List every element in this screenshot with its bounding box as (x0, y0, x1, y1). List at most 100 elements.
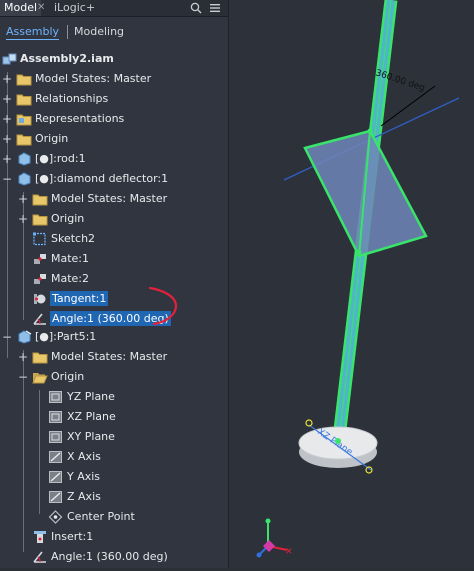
tree-item-label: Relationships (35, 92, 109, 105)
tree-item-label: Angle:1 (360.00 deg) (51, 550, 168, 563)
tree-item-label: XY Plane (67, 430, 115, 443)
folder-icon (16, 132, 32, 146)
expand-icon[interactable]: + (2, 150, 12, 168)
insert-icon (32, 530, 48, 544)
tree-item-model-states[interactable]: + Model States: Master (0, 70, 228, 88)
view-triad[interactable]: ✕ (256, 518, 293, 558)
model-canvas[interactable]: 360.00 deg XZ Plane ✕ (229, 0, 474, 568)
tree-item-center-point[interactable]: Center Point (0, 508, 228, 526)
expand-icon[interactable]: + (18, 348, 28, 366)
tree-item-mate-1[interactable]: Mate:1 (0, 250, 228, 268)
tree-item-label: Representations (35, 112, 125, 125)
mate-icon (32, 252, 48, 266)
tree-item-label: Insert:1 (51, 530, 94, 543)
tree-item-angle[interactable]: Angle:1 (360.00 deg) (0, 310, 228, 328)
point-icon (48, 510, 64, 524)
folder-icon (32, 192, 48, 206)
mate-icon (32, 272, 48, 286)
part-icon (16, 330, 32, 344)
folder-icon (32, 350, 48, 364)
tree-root[interactable]: Assembly2.iam (0, 50, 228, 68)
tree-item-origin[interactable]: − Origin (0, 368, 228, 386)
tree-item-x-axis[interactable]: X Axis (0, 448, 228, 466)
tree-item-label: Sketch2 (51, 232, 96, 245)
tree-item-representations[interactable]: + Representations (0, 110, 228, 128)
tree-item-label: Mate:1 (51, 252, 90, 265)
tree-item-y-axis[interactable]: Y Axis (0, 468, 228, 486)
tree-item-label: Model States: Master (51, 350, 168, 363)
folder-icon (16, 92, 32, 106)
tree-item-label: [●]:diamond deflector:1 (35, 172, 169, 185)
tree-item-part5[interactable]: − [●]:Part5:1 (0, 328, 228, 346)
tree-item-origin[interactable]: + Origin (0, 210, 228, 228)
expand-icon[interactable]: + (2, 90, 12, 108)
angle-icon (32, 312, 48, 326)
expand-icon[interactable]: + (2, 110, 12, 128)
tree-item-label: Model States: Master (51, 192, 168, 205)
sketch-icon (32, 232, 48, 246)
add-tab-button[interactable]: + (82, 0, 99, 16)
tree-item-relationships[interactable]: + Relationships (0, 90, 228, 108)
tree-item-label: Z Axis (67, 490, 101, 503)
folder-open-icon (32, 370, 48, 384)
subtab-modeling[interactable]: Modeling (74, 25, 124, 38)
subtab-separator (67, 25, 68, 39)
collapse-icon[interactable]: − (2, 328, 12, 346)
tree-item-label: YZ Plane (67, 390, 115, 403)
plane-icon (48, 430, 64, 444)
plane-icon (48, 410, 64, 424)
tree-item-label: Origin (35, 132, 69, 145)
folder-icon (16, 72, 32, 86)
tree-item-label: Origin (51, 370, 85, 383)
tree-item-model-states[interactable]: + Model States: Master (0, 190, 228, 208)
expand-icon[interactable]: + (18, 190, 28, 208)
tree-item-rod[interactable]: + [●]:rod:1 (0, 150, 228, 168)
tree-item-diamond-deflector[interactable]: − [●]:diamond deflector:1 (0, 170, 228, 188)
expand-icon[interactable]: + (18, 210, 28, 228)
center-point-marker[interactable] (335, 438, 341, 444)
tab-model[interactable]: Model (0, 0, 42, 16)
close-icon[interactable]: ✕ (37, 0, 45, 16)
tree-item-origin[interactable]: + Origin (0, 130, 228, 148)
tree-item-yz-plane[interactable]: YZ Plane (0, 388, 228, 406)
subtab-assembly[interactable]: Assembly (6, 25, 60, 40)
tree-item-tangent[interactable]: Tangent:1 (0, 290, 228, 308)
graphics-viewport[interactable]: 360.00 deg XZ Plane ✕ (229, 0, 474, 568)
tree-item-model-states[interactable]: + Model States: Master (0, 348, 228, 366)
representations-icon (16, 112, 32, 126)
expand-icon[interactable]: + (2, 70, 12, 88)
tree-item-xz-plane[interactable]: XZ Plane (0, 408, 228, 426)
collapse-icon[interactable]: − (2, 170, 12, 188)
tree-item-label: X Axis (67, 450, 101, 463)
expand-icon[interactable]: + (2, 130, 12, 148)
tree-root-label: Assembly2.iam (20, 52, 114, 65)
part-icon (16, 172, 32, 186)
deflector-vertex (356, 249, 362, 255)
tangent-icon (32, 292, 48, 306)
annotation-bracket (148, 286, 178, 326)
tab-model-label: Model (4, 1, 38, 14)
tree-item-label: Mate:2 (51, 272, 90, 285)
tree-item-label: Tangent:1 (50, 291, 109, 306)
menu-icon[interactable] (209, 0, 221, 16)
collapse-icon[interactable]: − (18, 368, 28, 386)
axis-icon (48, 450, 64, 464)
tree-item-angle[interactable]: Angle:1 (360.00 deg) (0, 548, 228, 566)
tree-item-z-axis[interactable]: Z Axis (0, 488, 228, 506)
axis-icon (48, 490, 64, 504)
part-icon (16, 152, 32, 166)
model-browser-panel: Model ✕ iLogic + Assembly Modeling Assem… (0, 0, 229, 568)
tree-item-xy-plane[interactable]: XY Plane (0, 428, 228, 446)
tree-item-label: XZ Plane (67, 410, 116, 423)
tree-item-label: Center Point (67, 510, 135, 523)
browser-tab-bar: Model ✕ iLogic + (0, 0, 228, 17)
tree-item-insert[interactable]: Insert:1 (0, 528, 228, 546)
tree-item-label: [●]:rod:1 (35, 152, 86, 165)
search-icon[interactable] (190, 0, 202, 16)
svg-text:✕: ✕ (285, 547, 293, 557)
browser-subtabs: Assembly Modeling (0, 17, 228, 47)
angle-icon (32, 550, 48, 564)
tree-item-mate-2[interactable]: Mate:2 (0, 270, 228, 288)
tree-item-label: Model States: Master (35, 72, 152, 85)
tree-item-sketch[interactable]: Sketch2 (0, 230, 228, 248)
